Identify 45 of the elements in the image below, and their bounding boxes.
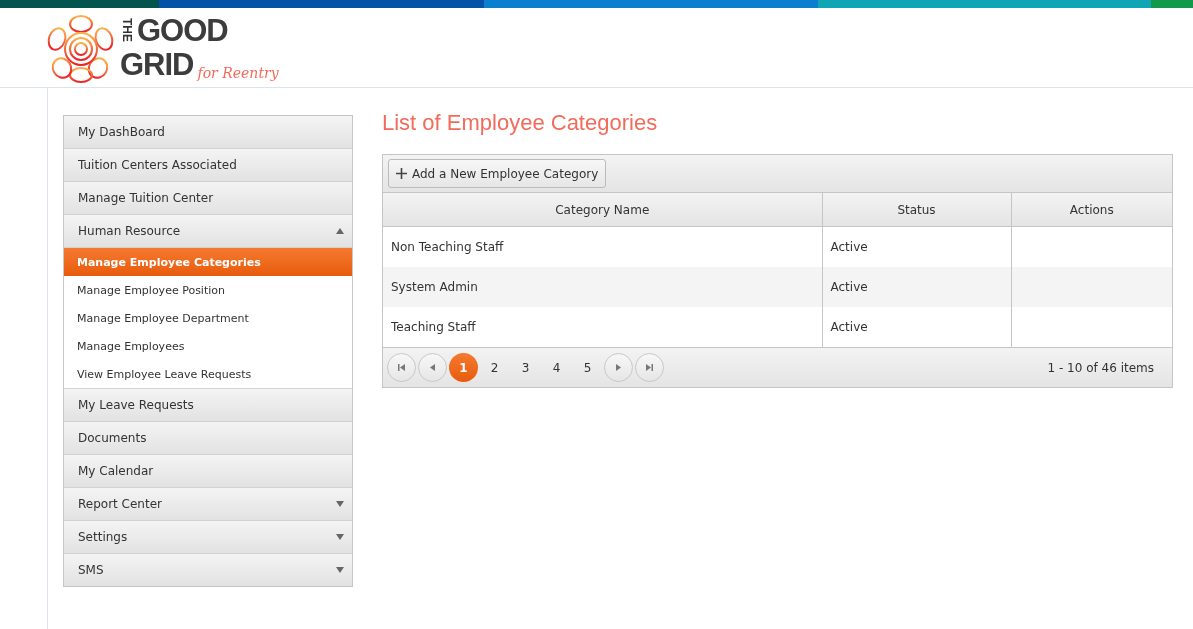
caret-up-icon [336, 228, 344, 234]
sidebar-item[interactable]: Report Center [64, 488, 352, 521]
table-cell: System Admin [383, 267, 822, 307]
sidebar-item[interactable]: Documents [64, 422, 352, 455]
table-cell: Teaching Staff [383, 307, 822, 347]
table-cell: Active [822, 267, 1011, 307]
submenu-item[interactable]: Manage Employees [64, 332, 352, 360]
last-page-icon [646, 364, 653, 371]
first-page-icon [398, 364, 405, 371]
page-number[interactable]: 3 [511, 353, 540, 382]
table-cell: Non Teaching Staff [383, 226, 822, 267]
next-page-button[interactable] [604, 353, 633, 382]
triangle-right-icon [616, 364, 621, 371]
sidebar-item[interactable]: Human Resource [64, 215, 352, 248]
sidebar-item[interactable]: Settings [64, 521, 352, 554]
sidebar-item[interactable]: My DashBoard [64, 116, 352, 149]
sidebar-item[interactable]: My Calendar [64, 455, 352, 488]
caret-down-icon [336, 501, 344, 507]
sidebar-item[interactable]: Tuition Centers Associated [64, 149, 352, 182]
column-header[interactable]: Category Name [383, 193, 822, 227]
caret-down-icon [336, 534, 344, 540]
sidebar-item[interactable]: Manage Tuition Center [64, 182, 352, 215]
last-page-button[interactable] [635, 353, 664, 382]
logo-text: GRID [120, 47, 194, 82]
triangle-left-icon [430, 364, 435, 371]
sidebar-item[interactable]: SMS [64, 554, 352, 586]
sidebar-item[interactable]: My Leave Requests [64, 389, 352, 422]
submenu-item[interactable]: Manage Employee Position [64, 276, 352, 304]
logo-tagline: for Reentry [197, 65, 279, 80]
logo-text: THE [120, 16, 134, 44]
previous-page-button[interactable] [418, 353, 447, 382]
submenu-item[interactable]: View Employee Leave Requests [64, 360, 352, 388]
submenu-item[interactable]: Manage Employee Department [64, 304, 352, 332]
logo-text: GOOD [137, 13, 228, 48]
first-page-button[interactable] [387, 353, 416, 382]
column-header[interactable]: Status [822, 193, 1011, 227]
page-number[interactable]: 4 [542, 353, 571, 382]
column-header[interactable]: Actions [1011, 193, 1172, 227]
page-title: List of Employee Categories [382, 110, 659, 136]
caret-down-icon [336, 567, 344, 573]
add-category-button[interactable]: Add a New Employee Category [388, 159, 607, 188]
page-number[interactable]: 5 [573, 353, 602, 382]
plus-icon [396, 168, 407, 179]
page-number[interactable]: 2 [480, 353, 509, 382]
pager-info: 1 - 10 of 46 items [1047, 360, 1154, 375]
